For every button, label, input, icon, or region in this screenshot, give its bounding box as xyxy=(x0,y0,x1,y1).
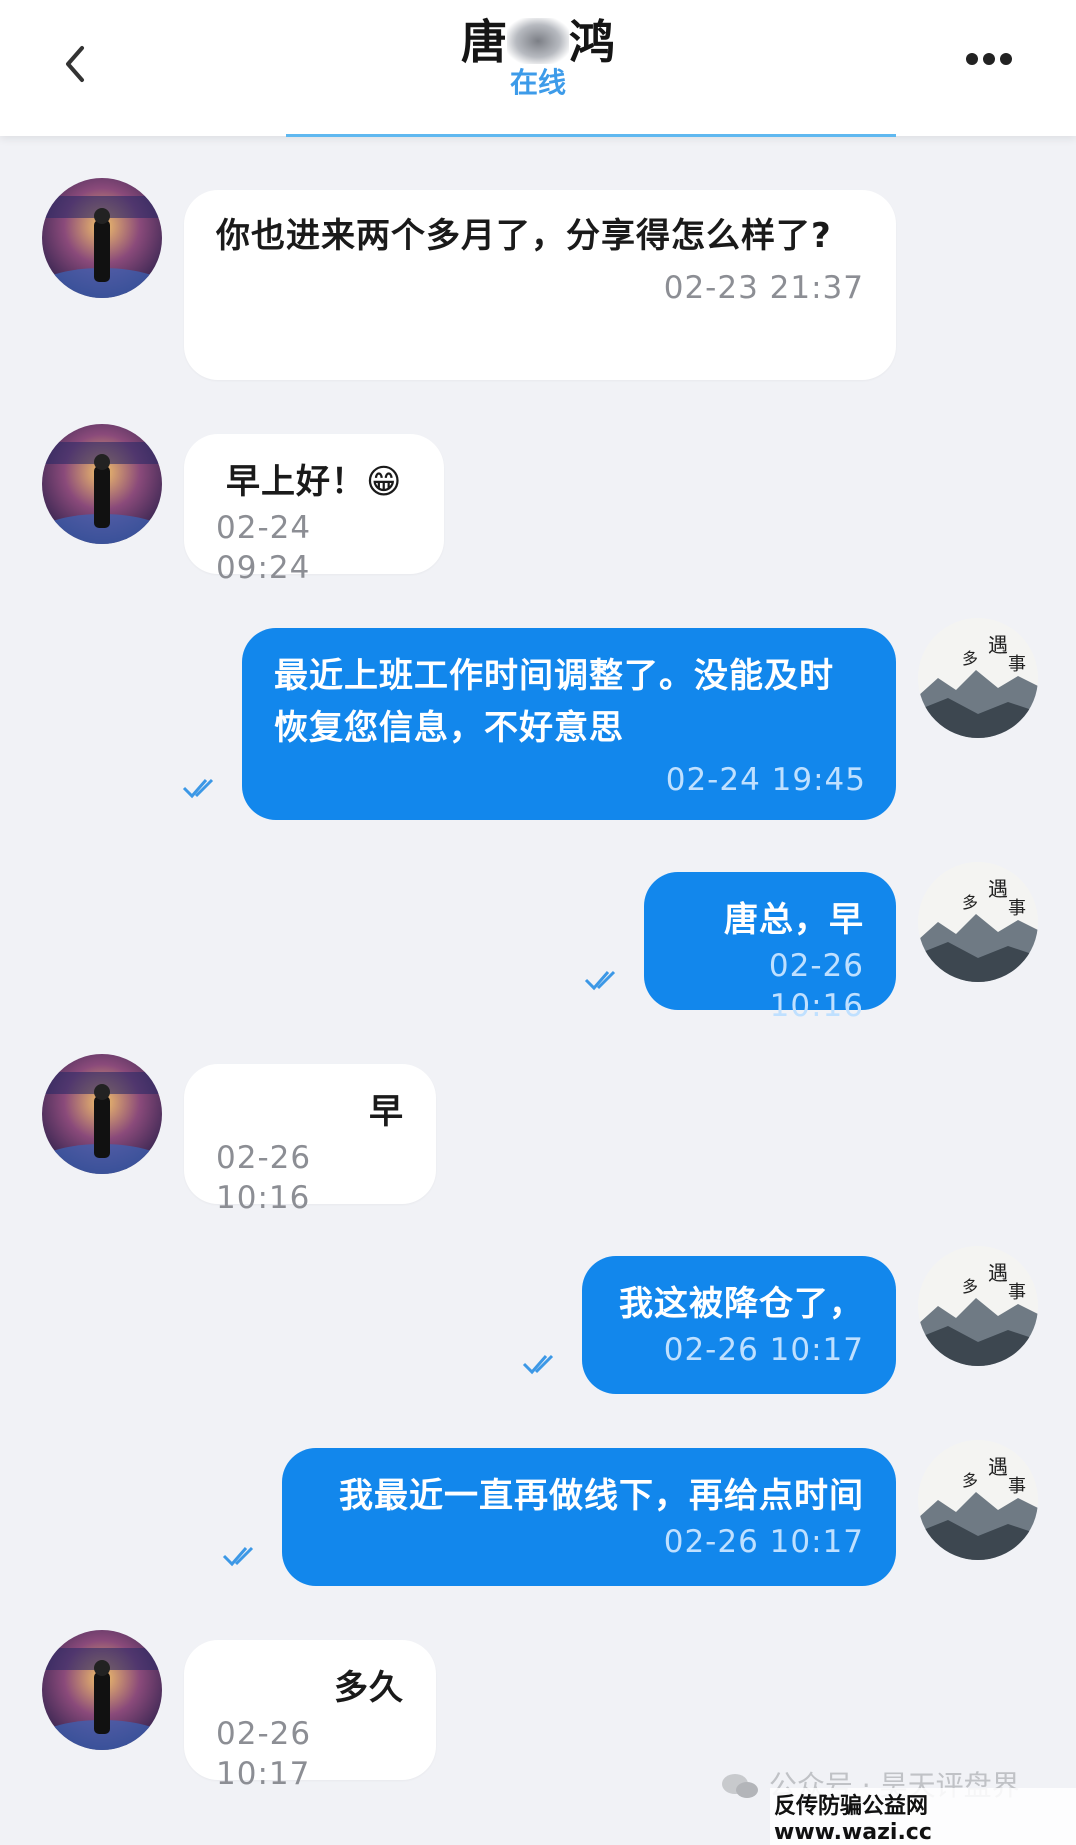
svg-text:遇: 遇 xyxy=(988,633,1008,657)
online-status: 在线 xyxy=(509,66,566,99)
svg-text:事: 事 xyxy=(1008,1476,1026,1497)
svg-text:多: 多 xyxy=(962,893,978,912)
message-text: 早上好！😁 xyxy=(226,462,403,502)
message-bubble-outgoing[interactable]: 最近上班工作时间调整了。没能及时恢复您信息，不好意思 02-24 19:45 xyxy=(242,628,896,820)
header-accent-line xyxy=(286,134,896,137)
svg-text:事: 事 xyxy=(1008,1282,1026,1303)
watermark-site: 反传防骗公益网 www.wazi.cc xyxy=(770,1788,1076,1845)
double-check-icon xyxy=(222,1546,254,1567)
message-time: 02-26 10:17 xyxy=(663,1332,864,1368)
contact-name: 唐鸿 xyxy=(461,15,615,69)
contact-avatar[interactable] xyxy=(42,1054,162,1174)
my-avatar[interactable]: 遇 事 多 xyxy=(918,1440,1038,1560)
message-text: 我最近一直再做线下，再给点时间 xyxy=(339,1476,864,1516)
message-text: 唐总，早 xyxy=(724,900,864,940)
svg-text:遇: 遇 xyxy=(988,1261,1008,1285)
double-check-icon xyxy=(182,778,214,799)
double-check-icon xyxy=(584,970,616,991)
message-bubble-outgoing[interactable]: 唐总，早 02-26 10:16 xyxy=(644,872,896,1024)
message-text: 多久 xyxy=(334,1668,404,1708)
message-bubble-incoming[interactable]: 早 02-26 10:16 xyxy=(184,1064,436,1216)
my-avatar[interactable]: 遇 事 多 xyxy=(918,618,1038,738)
contact-info[interactable]: 唐鸿 在线 xyxy=(338,10,738,98)
svg-text:多: 多 xyxy=(962,1471,978,1490)
svg-text:遇: 遇 xyxy=(988,877,1008,901)
message-time: 02-24 19:45 xyxy=(665,762,866,798)
redacted-name-blur xyxy=(507,18,569,64)
message-text: 我这被降仓了， xyxy=(619,1284,864,1324)
double-check-icon xyxy=(522,1354,554,1375)
message-time: 02-26 10:17 xyxy=(663,1524,864,1560)
message-time: 02-23 21:37 xyxy=(663,270,864,306)
more-options-button[interactable] xyxy=(966,50,1022,74)
my-avatar[interactable]: 遇 事 多 xyxy=(918,1246,1038,1366)
message-bubble-incoming[interactable]: 早上好！😁 02-24 09:24 xyxy=(184,434,444,586)
my-avatar[interactable]: 遇 事 多 xyxy=(918,862,1038,982)
svg-text:事: 事 xyxy=(1008,654,1026,675)
message-bubble-outgoing[interactable]: 我最近一直再做线下，再给点时间 02-26 10:17 xyxy=(282,1448,896,1586)
message-time: 02-26 10:17 xyxy=(216,1716,312,1792)
message-bubble-incoming[interactable]: 你也进来两个多月了，分享得怎么样了? 02-23 21:37 xyxy=(184,190,896,380)
contact-avatar[interactable] xyxy=(42,1630,162,1750)
message-bubble-incoming[interactable]: 多久 02-26 10:17 xyxy=(184,1640,436,1792)
message-time: 02-26 10:16 xyxy=(768,948,864,1024)
back-button[interactable] xyxy=(56,40,96,88)
back-icon xyxy=(66,46,84,82)
message-time: 02-24 09:24 xyxy=(216,510,312,586)
message-time: 02-26 10:16 xyxy=(216,1140,312,1216)
message-text: 最近上班工作时间调整了。没能及时恢复您信息，不好意思 xyxy=(274,656,834,748)
svg-text:事: 事 xyxy=(1008,898,1026,919)
message-bubble-outgoing[interactable]: 我这被降仓了， 02-26 10:17 xyxy=(582,1256,896,1394)
svg-text:遇: 遇 xyxy=(988,1455,1008,1479)
chat-header: 唐鸿 在线 xyxy=(0,0,1076,137)
svg-text:多: 多 xyxy=(962,649,978,668)
svg-text:多: 多 xyxy=(962,1277,978,1296)
contact-avatar[interactable] xyxy=(42,424,162,544)
wechat-icon xyxy=(722,1774,758,1798)
contact-avatar[interactable] xyxy=(42,178,162,298)
message-text: 你也进来两个多月了，分享得怎么样了? xyxy=(216,216,832,256)
more-icon xyxy=(966,53,978,65)
message-text: 早 xyxy=(369,1092,404,1132)
